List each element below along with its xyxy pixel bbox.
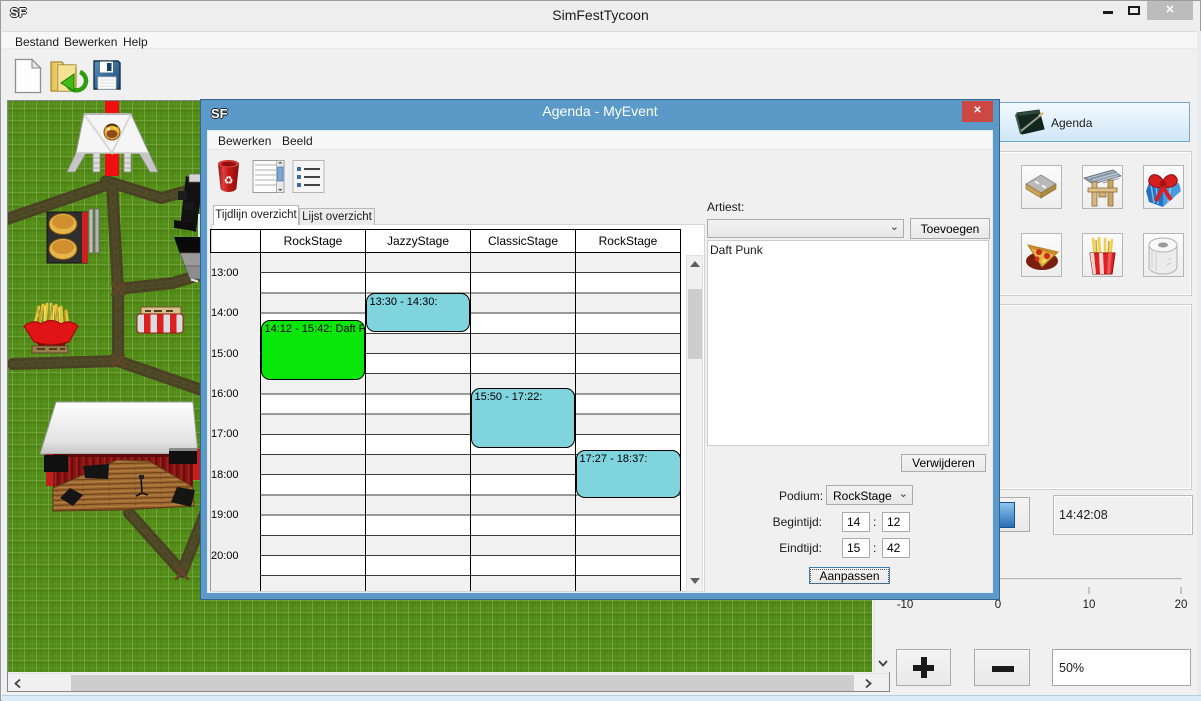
svg-text:♻: ♻ bbox=[224, 175, 234, 187]
